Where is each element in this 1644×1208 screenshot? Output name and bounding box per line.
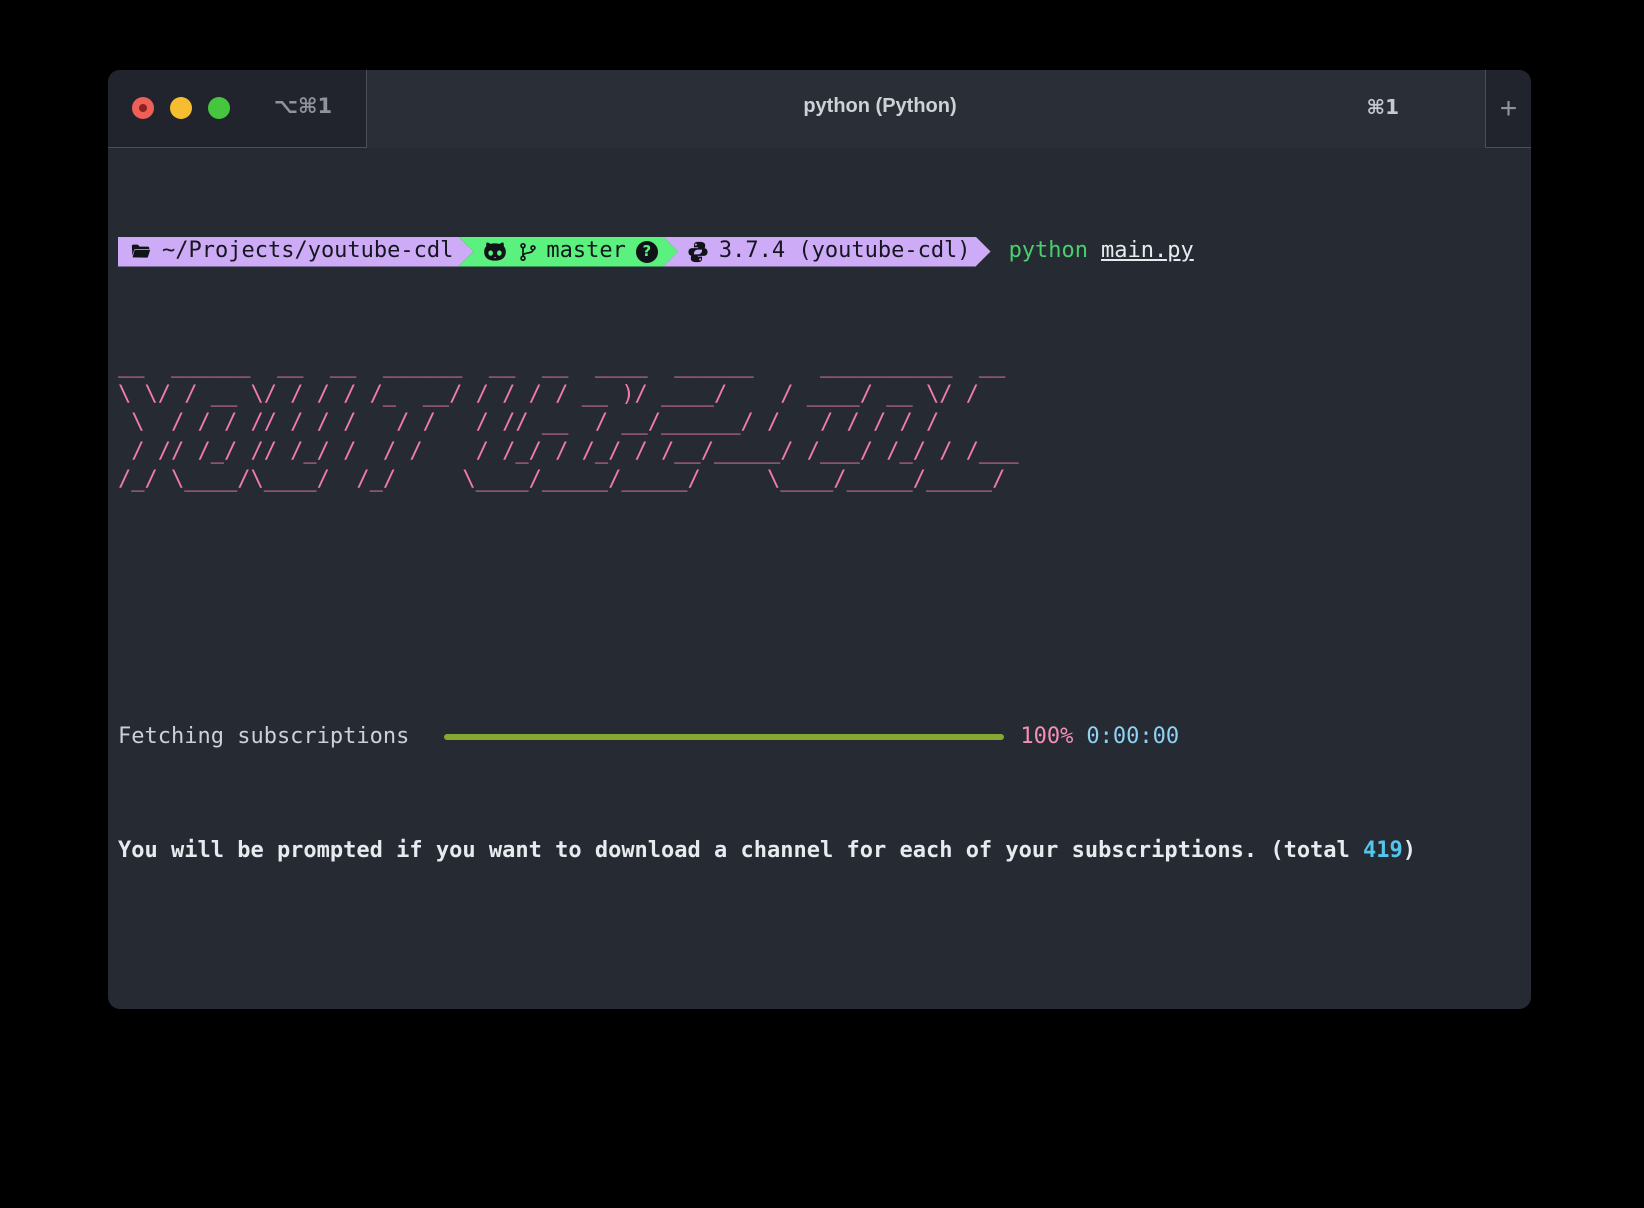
new-tab-button[interactable]: + bbox=[1485, 70, 1531, 148]
maximize-button[interactable] bbox=[208, 97, 230, 119]
info-message: You will be prompted if you want to down… bbox=[118, 837, 1531, 866]
github-icon bbox=[482, 241, 508, 263]
tab-shortcut-label: ⌥⌘1 bbox=[268, 94, 338, 118]
prompt-directory-segment: ~/Projects/youtube-cdl bbox=[118, 237, 473, 267]
message-text-close: ) bbox=[1403, 838, 1416, 863]
window-controls bbox=[132, 97, 230, 119]
command-text: python bbox=[1009, 237, 1088, 266]
plus-icon: + bbox=[1500, 92, 1518, 126]
progress-label: Fetching subscriptions bbox=[118, 723, 409, 752]
subscription-counter: 1/419 bbox=[131, 1009, 197, 1010]
python-icon bbox=[687, 241, 709, 263]
close-button[interactable] bbox=[132, 97, 154, 119]
active-tab[interactable]: ⌥⌘1 bbox=[108, 70, 367, 148]
channel-name: 1DNSL bbox=[237, 1009, 303, 1010]
shell-prompt: ~/Projects/youtube-cdl master ? bbox=[118, 237, 1531, 267]
window-title: python (Python) bbox=[803, 95, 956, 118]
terminal-content: ~/Projects/youtube-cdl master ? bbox=[108, 148, 1531, 1009]
subscription-list: [1/419]: 1DNSL [y/n] [2/419]: 2kliksphil… bbox=[118, 951, 1531, 1010]
command-argument: main.py bbox=[1101, 237, 1194, 266]
ascii-art-banner: __ ______ __ __ ______ __ __ ____ ______… bbox=[118, 352, 1531, 495]
git-branch-icon bbox=[518, 240, 538, 264]
title-bar: ⌥⌘1 python (Python) ⌘1 + bbox=[108, 70, 1531, 148]
help-icon: ? bbox=[636, 241, 658, 263]
progress-bar bbox=[444, 734, 1004, 740]
blank-lines bbox=[118, 580, 1531, 637]
folder-icon bbox=[130, 241, 152, 263]
message-text: You will be prompted if you want to down… bbox=[118, 838, 1363, 863]
minimize-button[interactable] bbox=[170, 97, 192, 119]
git-branch-name: master bbox=[546, 237, 625, 266]
terminal-window: ⌥⌘1 python (Python) ⌘1 + ~/Projects/yout… bbox=[108, 70, 1531, 1009]
python-version: 3.7.4 (youtube-cdl) bbox=[719, 237, 971, 266]
prompt-python-segment: 3.7.4 (youtube-cdl) bbox=[663, 237, 991, 267]
prompt-git-segment: master ? bbox=[458, 237, 677, 267]
prompt-directory: ~/Projects/youtube-cdl bbox=[162, 237, 453, 266]
subscription-row: [1/419]: 1DNSL [y/n] bbox=[118, 1008, 1531, 1010]
message-total-count: 419 bbox=[1363, 838, 1403, 863]
yes-no-prompt: y/n bbox=[330, 1009, 370, 1010]
window-shortcut-label: ⌘1 bbox=[1367, 95, 1399, 119]
progress-time: 0:00:00 bbox=[1086, 723, 1179, 752]
progress-percent: 100% bbox=[1020, 723, 1073, 752]
progress-line: Fetching subscriptions 100% 0:00:00 bbox=[118, 723, 1531, 752]
